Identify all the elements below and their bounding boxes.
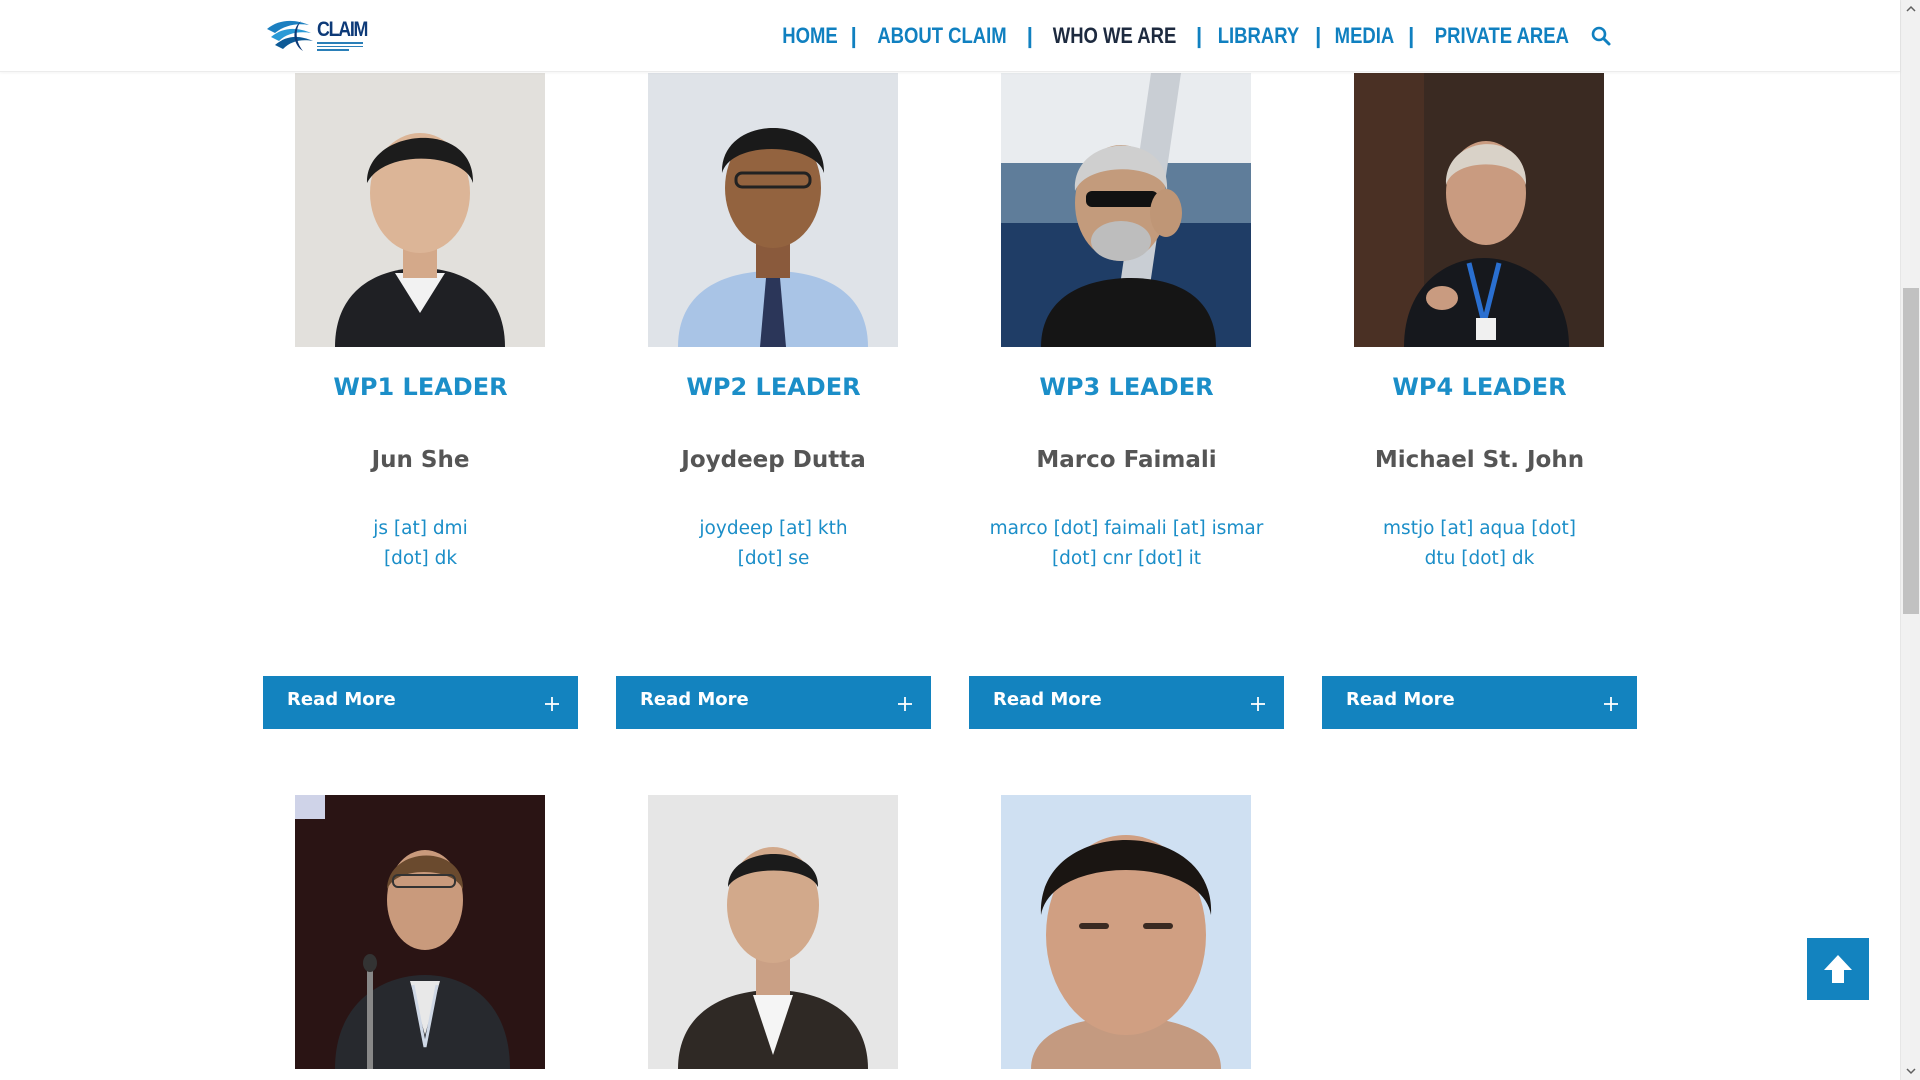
nav-library[interactable]: LIBRARY xyxy=(1218,23,1299,49)
leader-name: Michael St. John xyxy=(1374,447,1585,473)
scroll-down-icon[interactable] xyxy=(1905,1065,1917,1077)
logo-text: CLAIM xyxy=(317,18,368,41)
plus-icon xyxy=(1251,697,1265,711)
nav-separator: | xyxy=(850,22,857,48)
read-more-button[interactable]: Read More xyxy=(1322,676,1637,729)
leader-email: joydeep [at] kth [dot] se xyxy=(616,514,931,574)
leader-photo xyxy=(648,73,898,347)
leader-photo xyxy=(295,73,545,347)
nav-about-claim[interactable]: ABOUT CLAIM xyxy=(877,23,1006,49)
leader-photo xyxy=(1354,73,1604,347)
email-line[interactable]: joydeep [at] kth xyxy=(616,514,931,544)
leader-name: Jun She xyxy=(371,447,470,473)
read-more-button[interactable]: Read More xyxy=(616,676,931,729)
read-more-label: Read More xyxy=(640,689,749,710)
scroll-up-icon[interactable] xyxy=(1905,3,1917,15)
email-line[interactable]: [dot] cnr [dot] it xyxy=(969,544,1284,574)
logo-tagline xyxy=(317,42,363,52)
email-line[interactable]: mstjo [at] aqua [dot] xyxy=(1322,514,1637,544)
nav-separator: | xyxy=(1026,22,1033,48)
leader-email: mstjo [at] aqua [dot] dtu [dot] dk xyxy=(1322,514,1637,574)
read-more-label: Read More xyxy=(1346,689,1455,710)
plus-icon xyxy=(1604,697,1618,711)
nav-who-we-are[interactable]: WHO WE ARE xyxy=(1053,23,1177,49)
nav-separator: | xyxy=(1315,22,1322,48)
leader-email: js [at] dmi [dot] dk xyxy=(263,514,578,574)
read-more-label: Read More xyxy=(287,689,396,710)
leader-photo xyxy=(1001,73,1251,347)
nav-media[interactable]: MEDIA xyxy=(1335,23,1395,49)
email-line[interactable]: [dot] se xyxy=(616,544,931,574)
leader-name: Marco Faimali xyxy=(1036,447,1217,473)
email-line[interactable]: [dot] dk xyxy=(263,544,578,574)
leader-role: WP3 LEADER xyxy=(1039,373,1214,401)
read-more-label: Read More xyxy=(993,689,1102,710)
search-icon[interactable] xyxy=(1590,25,1612,47)
nav-home[interactable]: HOME xyxy=(782,23,837,49)
leader-role: WP4 LEADER xyxy=(1392,373,1567,401)
main-nav: HOME | ABOUT CLAIM | WHO WE ARE | LIBRAR… xyxy=(777,0,1612,71)
leader-name: Joydeep Dutta xyxy=(681,447,866,473)
leader-role: WP2 LEADER xyxy=(686,373,861,401)
email-line[interactable]: marco [dot] faimali [at] ismar xyxy=(969,514,1284,544)
leader-role: WP1 LEADER xyxy=(333,373,508,401)
plus-icon xyxy=(545,697,559,711)
read-more-button[interactable]: Read More xyxy=(969,676,1284,729)
site-header: CLAIM HOME | ABOUT CLAIM | WHO WE ARE | … xyxy=(0,0,1900,72)
email-line[interactable]: dtu [dot] dk xyxy=(1322,544,1637,574)
scrollbar-thumb[interactable] xyxy=(1903,288,1919,614)
email-line[interactable]: js [at] dmi xyxy=(263,514,578,544)
page-scrollbar[interactable] xyxy=(1900,0,1920,1080)
member-photo xyxy=(648,795,898,1069)
back-to-top-button[interactable] xyxy=(1807,938,1869,1000)
claim-logo[interactable]: CLAIM xyxy=(265,15,368,57)
nav-separator: | xyxy=(1195,22,1203,48)
wave-logo-icon xyxy=(267,20,313,51)
read-more-button[interactable]: Read More xyxy=(263,676,578,729)
plus-icon xyxy=(898,697,912,711)
member-photo xyxy=(1001,795,1251,1069)
nav-separator: | xyxy=(1408,22,1415,48)
leader-email: marco [dot] faimali [at] ismar [dot] cnr… xyxy=(969,514,1284,574)
nav-private-area[interactable]: PRIVATE AREA xyxy=(1435,23,1569,49)
arrow-up-icon xyxy=(1824,955,1852,983)
member-photo xyxy=(295,795,545,1069)
